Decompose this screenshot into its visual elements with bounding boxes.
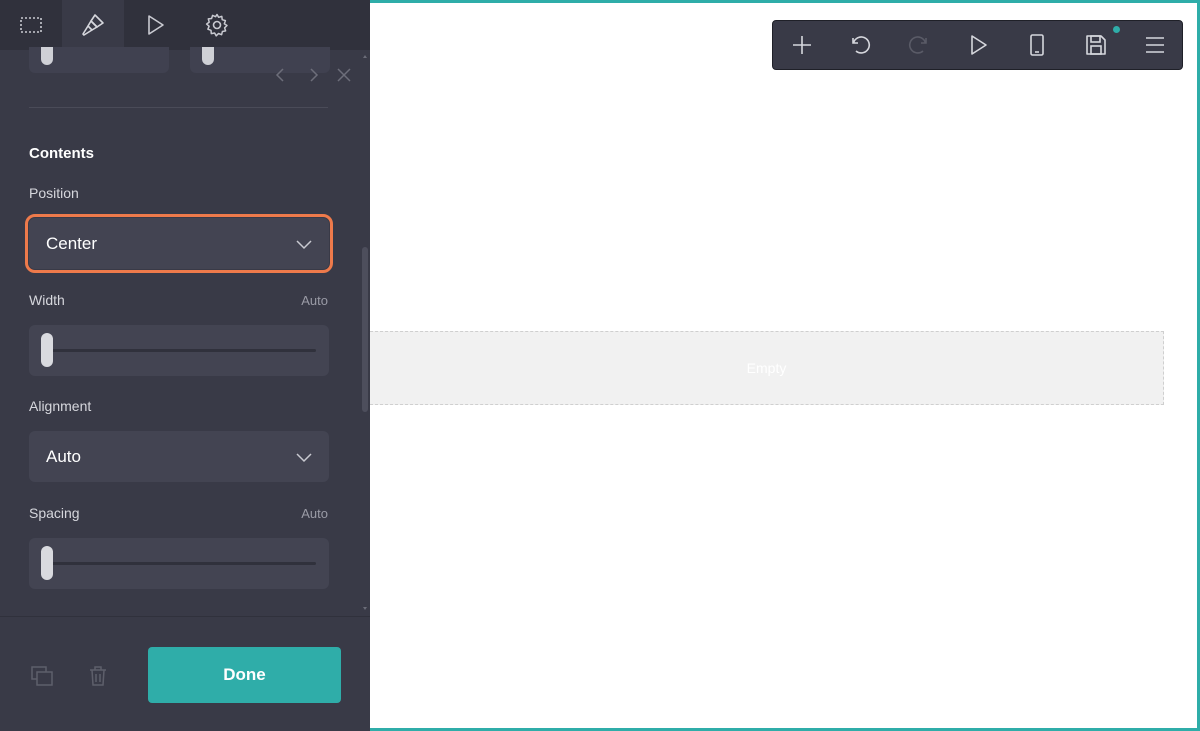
trash-icon[interactable] <box>86 664 110 688</box>
menu-icon <box>1146 37 1164 53</box>
add-icon <box>793 36 811 54</box>
position-value: Center <box>46 233 98 253</box>
properties-panel: Contents Position Center Width Auto Alig… <box>0 0 370 731</box>
slider-thumb[interactable] <box>41 546 53 580</box>
undo-button[interactable] <box>836 21 884 69</box>
menu-button[interactable] <box>1131 21 1179 69</box>
play-icon <box>148 15 164 35</box>
play-icon <box>971 35 987 55</box>
spacing-value: Auto <box>301 506 328 521</box>
redo-icon <box>908 36 927 54</box>
undo-icon <box>852 36 871 54</box>
empty-block[interactable]: Empty <box>370 331 1164 405</box>
spacing-slider[interactable] <box>29 538 329 589</box>
slider-track <box>45 562 316 565</box>
alignment-select[interactable]: Auto <box>29 431 329 482</box>
redo-button[interactable] <box>895 21 943 69</box>
top-slider-left[interactable] <box>29 47 169 73</box>
scroll-down-arrow[interactable] <box>363 607 367 610</box>
gear-icon <box>205 13 228 37</box>
empty-label: Empty <box>746 360 787 376</box>
chevron-down-icon <box>296 240 312 250</box>
alignment-label: Alignment <box>29 398 92 414</box>
prev-button[interactable] <box>270 64 292 86</box>
next-button[interactable] <box>302 64 324 86</box>
close-icon <box>337 68 351 82</box>
design-tab[interactable] <box>62 0 124 50</box>
panel-footer: Done <box>0 616 370 731</box>
position-label: Position <box>29 185 79 201</box>
mobile-view-button[interactable] <box>1013 21 1061 69</box>
chevron-down-icon <box>296 453 312 463</box>
settings-tab[interactable] <box>186 0 248 50</box>
section-title: Contents <box>29 145 94 162</box>
close-button[interactable] <box>333 64 355 86</box>
slider-thumb[interactable] <box>41 47 53 65</box>
alignment-value: Auto <box>46 446 81 466</box>
app-root: Contents Position Center Width Auto Alig… <box>0 0 1200 731</box>
chevron-left-icon <box>275 68 284 82</box>
editor-canvas[interactable]: Empty <box>370 0 1200 731</box>
width-value: Auto <box>301 293 328 308</box>
done-button[interactable]: Done <box>148 647 341 703</box>
panel-tabbar <box>0 0 370 50</box>
width-label: Width <box>29 292 65 308</box>
brush-icon <box>82 14 104 36</box>
selection-icon <box>20 17 42 33</box>
chevron-right-icon <box>310 68 319 82</box>
slider-thumb[interactable] <box>41 333 53 367</box>
slider-thumb[interactable] <box>202 47 214 65</box>
section-divider <box>29 107 328 108</box>
play-button[interactable] <box>954 21 1002 69</box>
preview-tab[interactable] <box>124 0 186 50</box>
select-tab[interactable] <box>0 0 62 50</box>
unsaved-indicator <box>1113 26 1120 33</box>
scrollbar-thumb[interactable] <box>362 247 368 412</box>
position-select[interactable]: Center <box>25 214 333 273</box>
scroll-up-arrow[interactable] <box>363 55 367 58</box>
duplicate-icon[interactable] <box>30 664 54 688</box>
editor-toolbar <box>772 20 1183 70</box>
spacing-label: Spacing <box>29 505 80 521</box>
add-button[interactable] <box>778 21 826 69</box>
save-icon <box>1086 35 1106 55</box>
slider-track <box>45 349 316 352</box>
mobile-icon <box>1030 34 1044 56</box>
width-slider[interactable] <box>29 325 329 376</box>
panel-scrollbar[interactable] <box>360 50 370 615</box>
